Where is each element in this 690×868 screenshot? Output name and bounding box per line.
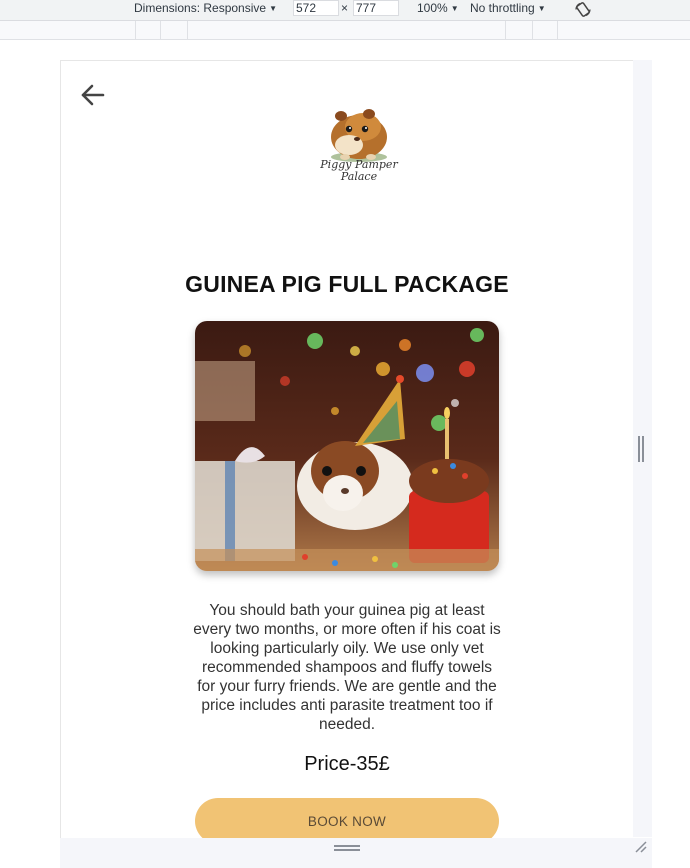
bottom-resize-handle[interactable]	[334, 845, 360, 851]
dimensions-dropdown[interactable]: Dimensions: Responsive ▼	[134, 0, 277, 19]
throttling-dropdown[interactable]: No throttling ▼	[470, 0, 546, 19]
media-query-ruler	[0, 21, 690, 40]
page-title: GUINEA PIG FULL PACKAGE	[185, 271, 509, 297]
zoom-label: 100%	[417, 1, 448, 15]
chevron-down-icon: ▼	[537, 4, 546, 13]
devtools-device-toolbar: Dimensions: Responsive ▼ 572 × 777 100% ▼ …	[0, 0, 690, 21]
chevron-down-icon: ▼	[450, 4, 459, 13]
dimensions-label: Dimensions: Responsive	[134, 1, 267, 15]
corner-resize-handle[interactable]	[634, 840, 648, 854]
zoom-dropdown[interactable]: 100% ▼	[417, 0, 459, 19]
book-now-button[interactable]: BOOK NOW	[195, 798, 499, 838]
height-input[interactable]: 777	[353, 0, 399, 16]
throttling-label: No throttling	[470, 1, 535, 15]
width-input[interactable]: 572	[293, 0, 339, 16]
package-price: Price-35£	[304, 753, 390, 775]
right-resize-handle[interactable]	[638, 436, 644, 462]
chevron-down-icon: ▼	[269, 4, 277, 13]
page-viewport: Piggy Pamper Palace GUINEA PIG FULL PACK…	[60, 60, 633, 838]
logo-text: Piggy Pamper Palace	[307, 159, 411, 183]
arrow-left-icon[interactable]	[79, 81, 107, 109]
times-sign: ×	[341, 1, 349, 15]
package-description: You should bath your guinea pig at least…	[193, 602, 501, 733]
product-photo	[195, 321, 499, 571]
bottom-resize-strip	[60, 838, 652, 868]
rotate-device-icon[interactable]	[574, 0, 592, 19]
logo-text-line2: Palace	[340, 170, 378, 183]
